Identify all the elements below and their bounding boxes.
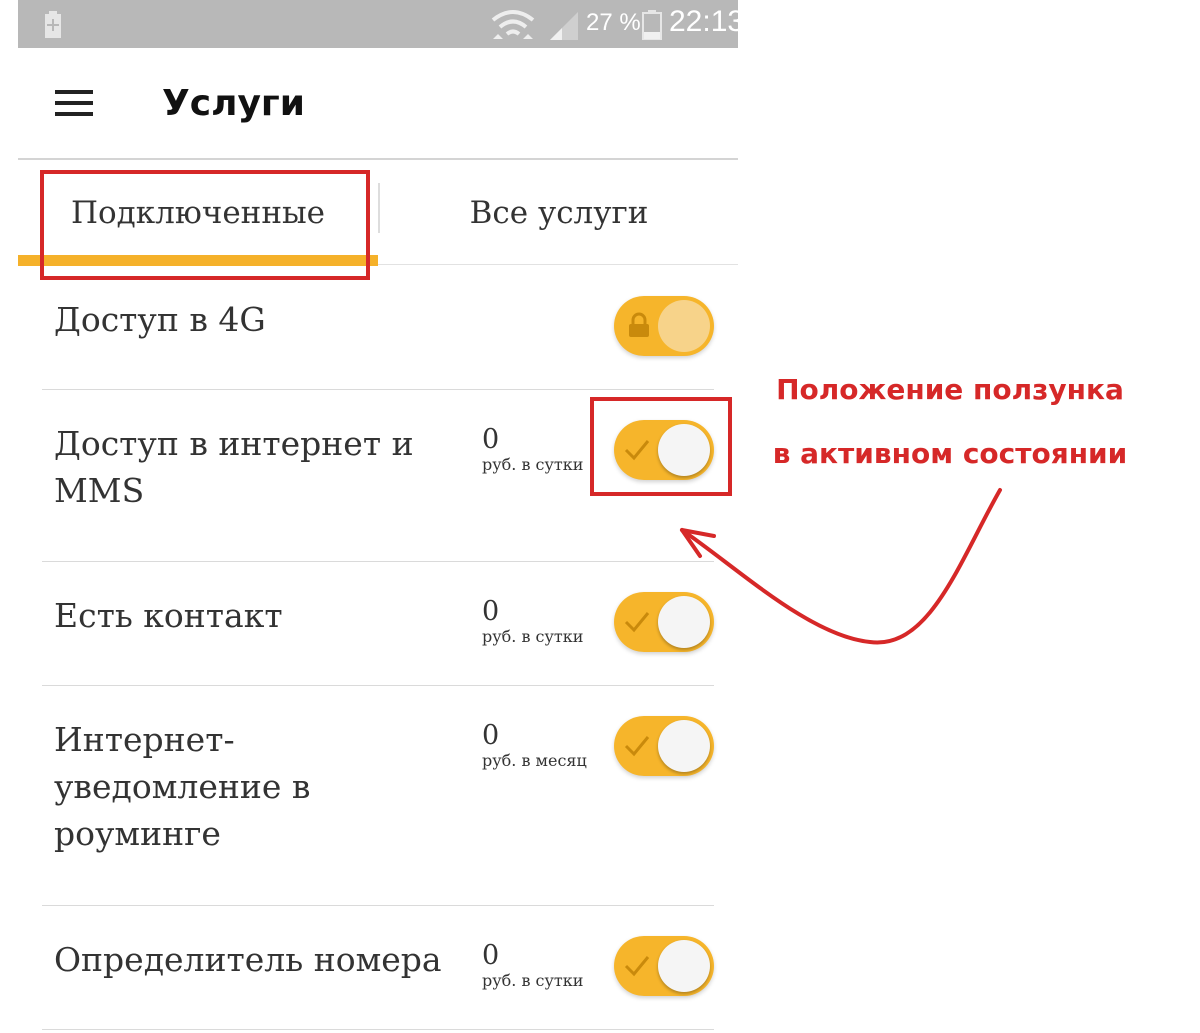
- annotation-arrow: [680, 488, 1002, 645]
